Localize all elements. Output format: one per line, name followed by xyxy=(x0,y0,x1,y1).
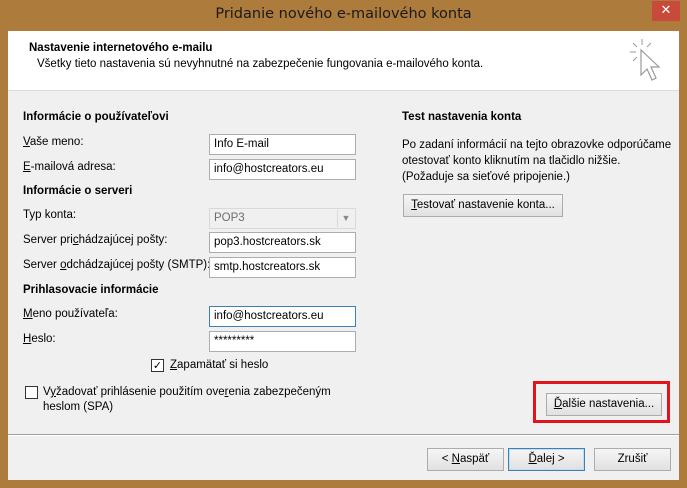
close-button[interactable]: ✕ xyxy=(652,1,680,21)
header-title: Nastavenie internetového e-mailu xyxy=(29,42,213,54)
spa-checkbox[interactable] xyxy=(25,386,38,399)
login-info-heading: Prihlasovacie informácie xyxy=(23,284,159,296)
footer-divider xyxy=(8,434,679,436)
back-button[interactable]: < Naspäť xyxy=(427,448,504,471)
email-label: E-mailová adresa: xyxy=(23,161,116,173)
name-label: Vaše meno: xyxy=(23,136,84,148)
user-info-heading: Informácie o používateľovi xyxy=(23,111,169,123)
name-field[interactable]: Info E-mail xyxy=(209,134,356,155)
test-settings-heading: Test nastavenia konta xyxy=(402,111,522,123)
check-icon: ✓ xyxy=(152,359,163,372)
cursor-click-icon xyxy=(630,39,661,81)
close-icon: ✕ xyxy=(660,3,672,18)
outgoing-server-field[interactable]: smtp.hostcreators.sk xyxy=(209,257,356,278)
test-description: Po zadaní informácií na tejto obrazovke … xyxy=(402,139,672,183)
remember-password-checkbox[interactable]: ✓ xyxy=(151,359,164,372)
password-field[interactable]: ********* xyxy=(209,331,356,352)
username-field[interactable]: info@hostcreators.eu xyxy=(209,306,356,327)
dialog-window: Pridanie nového e-mailového konta ✕ Nast… xyxy=(0,0,687,488)
account-type-select: POP3 ▼ xyxy=(209,208,356,229)
more-settings-highlight xyxy=(533,381,670,423)
dialog-client-area: Nastavenie internetového e-mailu Všetky … xyxy=(8,31,679,480)
chevron-down-icon: ▼ xyxy=(337,210,354,227)
header-panel: Nastavenie internetového e-mailu Všetky … xyxy=(8,31,679,91)
test-account-button[interactable]: Testovať nastavenie konta... xyxy=(403,194,563,217)
cancel-button[interactable]: Zrušiť xyxy=(594,448,671,471)
account-type-label: Typ konta: xyxy=(23,209,77,221)
email-field[interactable]: info@hostcreators.eu xyxy=(209,159,356,180)
spa-label[interactable]: Vyžadovať prihlásenie použitím overenia … xyxy=(43,385,331,415)
incoming-server-field[interactable]: pop3.hostcreators.sk xyxy=(209,232,356,253)
title-bar[interactable]: Pridanie nového e-mailového konta ✕ xyxy=(0,0,687,31)
incoming-server-label: Server prichádzajúcej pošty: xyxy=(23,234,168,246)
account-type-value: POP3 xyxy=(214,212,245,224)
remember-password-label[interactable]: Zapamätať si heslo xyxy=(170,359,268,371)
username-label: Meno používateľa: xyxy=(23,308,118,320)
server-info-heading: Informácie o serveri xyxy=(23,185,133,197)
window-title: Pridanie nového e-mailového konta xyxy=(215,6,472,22)
outgoing-server-label: Server odchádzajúcej pošty (SMTP): xyxy=(23,259,211,271)
next-button[interactable]: Ďalej > xyxy=(508,448,585,471)
header-subtitle: Všetky tieto nastavenia sú nevyhnutné na… xyxy=(37,58,484,70)
password-label: Heslo: xyxy=(23,333,56,345)
